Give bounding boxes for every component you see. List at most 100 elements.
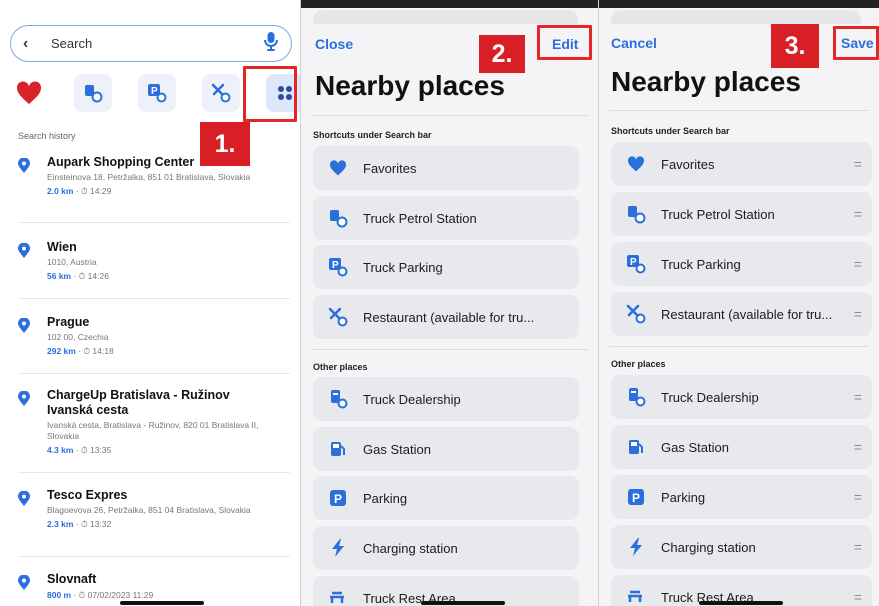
drag-handle-icon[interactable]: = [844, 256, 872, 272]
location-pin-icon [18, 318, 30, 333]
place-row-truck-petrol[interactable]: Truck Petrol Station = [611, 192, 872, 236]
history-time: · ⏱ 14:29 [75, 186, 112, 196]
place-label: Truck Dealership [363, 391, 461, 407]
truck-petrol-icon [85, 85, 103, 103]
truck-petrol-shortcut[interactable] [74, 74, 112, 112]
place-label: Favorites [661, 156, 715, 172]
place-row-parking[interactable]: P Parking [313, 476, 579, 520]
home-indicator [699, 601, 783, 605]
history-distance: 4.3 km [47, 445, 74, 455]
place-row-truck-parking[interactable]: P Truck Parking = [611, 242, 872, 286]
history-item[interactable]: Wien 1010, Austria 56 km · ⏱ 14:26 [18, 240, 288, 282]
place-label: Truck Parking [661, 256, 741, 272]
history-title: Aupark Shopping Center [47, 155, 195, 169]
place-row-restaurant[interactable]: Restaurant (available for tru... = [611, 292, 872, 336]
apps-grid-icon [278, 86, 292, 100]
history-address: Blagoevova 26, Petržalka, 851 04 Bratisl… [47, 505, 251, 515]
gas-station-icon [327, 438, 349, 460]
place-row-favorites[interactable]: Favorites = [611, 142, 872, 186]
nearby-places-screen: Close Edit 2. Nearby places Shortcuts un… [300, 0, 598, 606]
history-meta: 2.3 km · ⏱ 13:32 [47, 519, 288, 530]
history-time: · ⏱ 13:32 [75, 519, 112, 529]
chevron-left-icon[interactable]: ‹ [23, 35, 45, 53]
place-label: Restaurant (available for tru... [661, 306, 833, 322]
divider [18, 472, 290, 473]
location-pin-icon [18, 158, 30, 173]
status-strip [599, 0, 879, 8]
cancel-button[interactable]: Cancel [611, 35, 657, 51]
close-button[interactable]: Close [315, 36, 353, 52]
history-item[interactable]: Slovnaft 800 m · ⏱ 07/02/2023 11:29 [18, 572, 288, 601]
drag-handle-icon[interactable]: = [844, 489, 872, 505]
place-label: Charging station [363, 540, 458, 556]
drag-handle-icon[interactable]: = [844, 206, 872, 222]
place-row-truck-dealership[interactable]: Truck Dealership [313, 377, 579, 421]
place-label: Truck Dealership [661, 389, 759, 405]
search-screen: ‹ Search P 1. Search history Aupark Shop… [0, 0, 300, 606]
divider [311, 349, 588, 350]
quick-shortcuts: P [10, 74, 300, 112]
history-distance: 800 m [47, 590, 72, 600]
history-item[interactable]: Prague 102 00, Czechia 292 km · ⏱ 14:18 [18, 315, 288, 357]
place-label: Truck Petrol Station [661, 206, 775, 222]
place-row-charging-station[interactable]: Charging station [313, 526, 579, 570]
place-row-restaurant[interactable]: Restaurant (available for tru... [313, 295, 579, 339]
step2-label: 2. [479, 35, 525, 73]
search-history-title: Search history [18, 131, 76, 141]
place-label: Parking [363, 490, 408, 506]
drag-handle-icon[interactable]: = [844, 306, 872, 322]
drag-handle-icon[interactable]: = [844, 439, 872, 455]
history-title: ChargeUp Bratislava - Ružinov Ivanská ce… [47, 388, 230, 417]
restaurant-icon [327, 306, 349, 328]
history-time: · ⏱ 14:18 [78, 346, 114, 356]
place-row-truck-petrol[interactable]: Truck Petrol Station [313, 196, 579, 240]
place-row-favorites[interactable]: Favorites [313, 146, 579, 190]
drag-handle-icon[interactable]: = [844, 539, 872, 555]
place-label: Truck Parking [363, 259, 443, 275]
truck-rest-area-icon [625, 586, 647, 606]
location-pin-icon [18, 391, 30, 406]
sheet-edge [313, 10, 578, 24]
place-row-gas-station[interactable]: Gas Station = [611, 425, 872, 469]
history-address: Ivanská cesta, Bratislava - Ružinov, 820… [47, 420, 259, 441]
truck-dealership-icon [625, 386, 647, 408]
truck-parking-shortcut[interactable]: P [138, 74, 176, 112]
svg-text:P: P [630, 257, 637, 268]
restaurant-shortcut[interactable] [202, 74, 240, 112]
edit-button[interactable]: Edit [552, 36, 578, 52]
svg-text:P: P [334, 492, 342, 506]
place-label: Truck Petrol Station [363, 210, 477, 226]
save-button[interactable]: Save [841, 35, 874, 51]
place-row-charging-station[interactable]: Charging station = [611, 525, 872, 569]
history-distance: 2.3 km [47, 519, 74, 529]
microphone-icon[interactable] [263, 31, 279, 56]
history-item[interactable]: ChargeUp Bratislava - Ružinov Ivanská ce… [18, 388, 288, 456]
parking-icon: P [625, 486, 647, 508]
search-input[interactable]: Search [45, 36, 263, 51]
page-title: Nearby places [611, 66, 801, 97]
drag-handle-icon[interactable]: = [844, 589, 872, 605]
history-item[interactable]: Tesco Expres Blagoevova 26, Petržalka, 8… [18, 488, 288, 530]
place-row-gas-station[interactable]: Gas Station [313, 427, 579, 471]
truck-parking-icon: P [148, 84, 167, 103]
section-other-title: Other places [611, 359, 666, 369]
drag-handle-icon[interactable]: = [844, 156, 872, 172]
history-item[interactable]: Aupark Shopping Center Einsteinova 18, P… [18, 155, 288, 197]
divider [18, 298, 290, 299]
history-title: Wien [47, 240, 77, 254]
history-time: · ⏱ 13:35 [75, 445, 112, 455]
search-bar[interactable]: ‹ Search [10, 25, 292, 62]
more-shortcuts-button[interactable] [266, 74, 300, 112]
svg-text:P: P [151, 86, 158, 97]
section-other-title: Other places [313, 362, 368, 372]
place-row-truck-parking[interactable]: P Truck Parking [313, 245, 579, 289]
favorites-shortcut[interactable] [10, 74, 48, 112]
place-row-truck-dealership[interactable]: Truck Dealership = [611, 375, 872, 419]
svg-text:P: P [632, 491, 640, 505]
drag-handle-icon[interactable]: = [844, 389, 872, 405]
divider [311, 115, 588, 116]
page-title: Nearby places [315, 70, 505, 101]
place-row-parking[interactable]: P Parking = [611, 475, 872, 519]
history-distance: 2.0 km [47, 186, 74, 196]
svg-text:P: P [332, 260, 339, 271]
